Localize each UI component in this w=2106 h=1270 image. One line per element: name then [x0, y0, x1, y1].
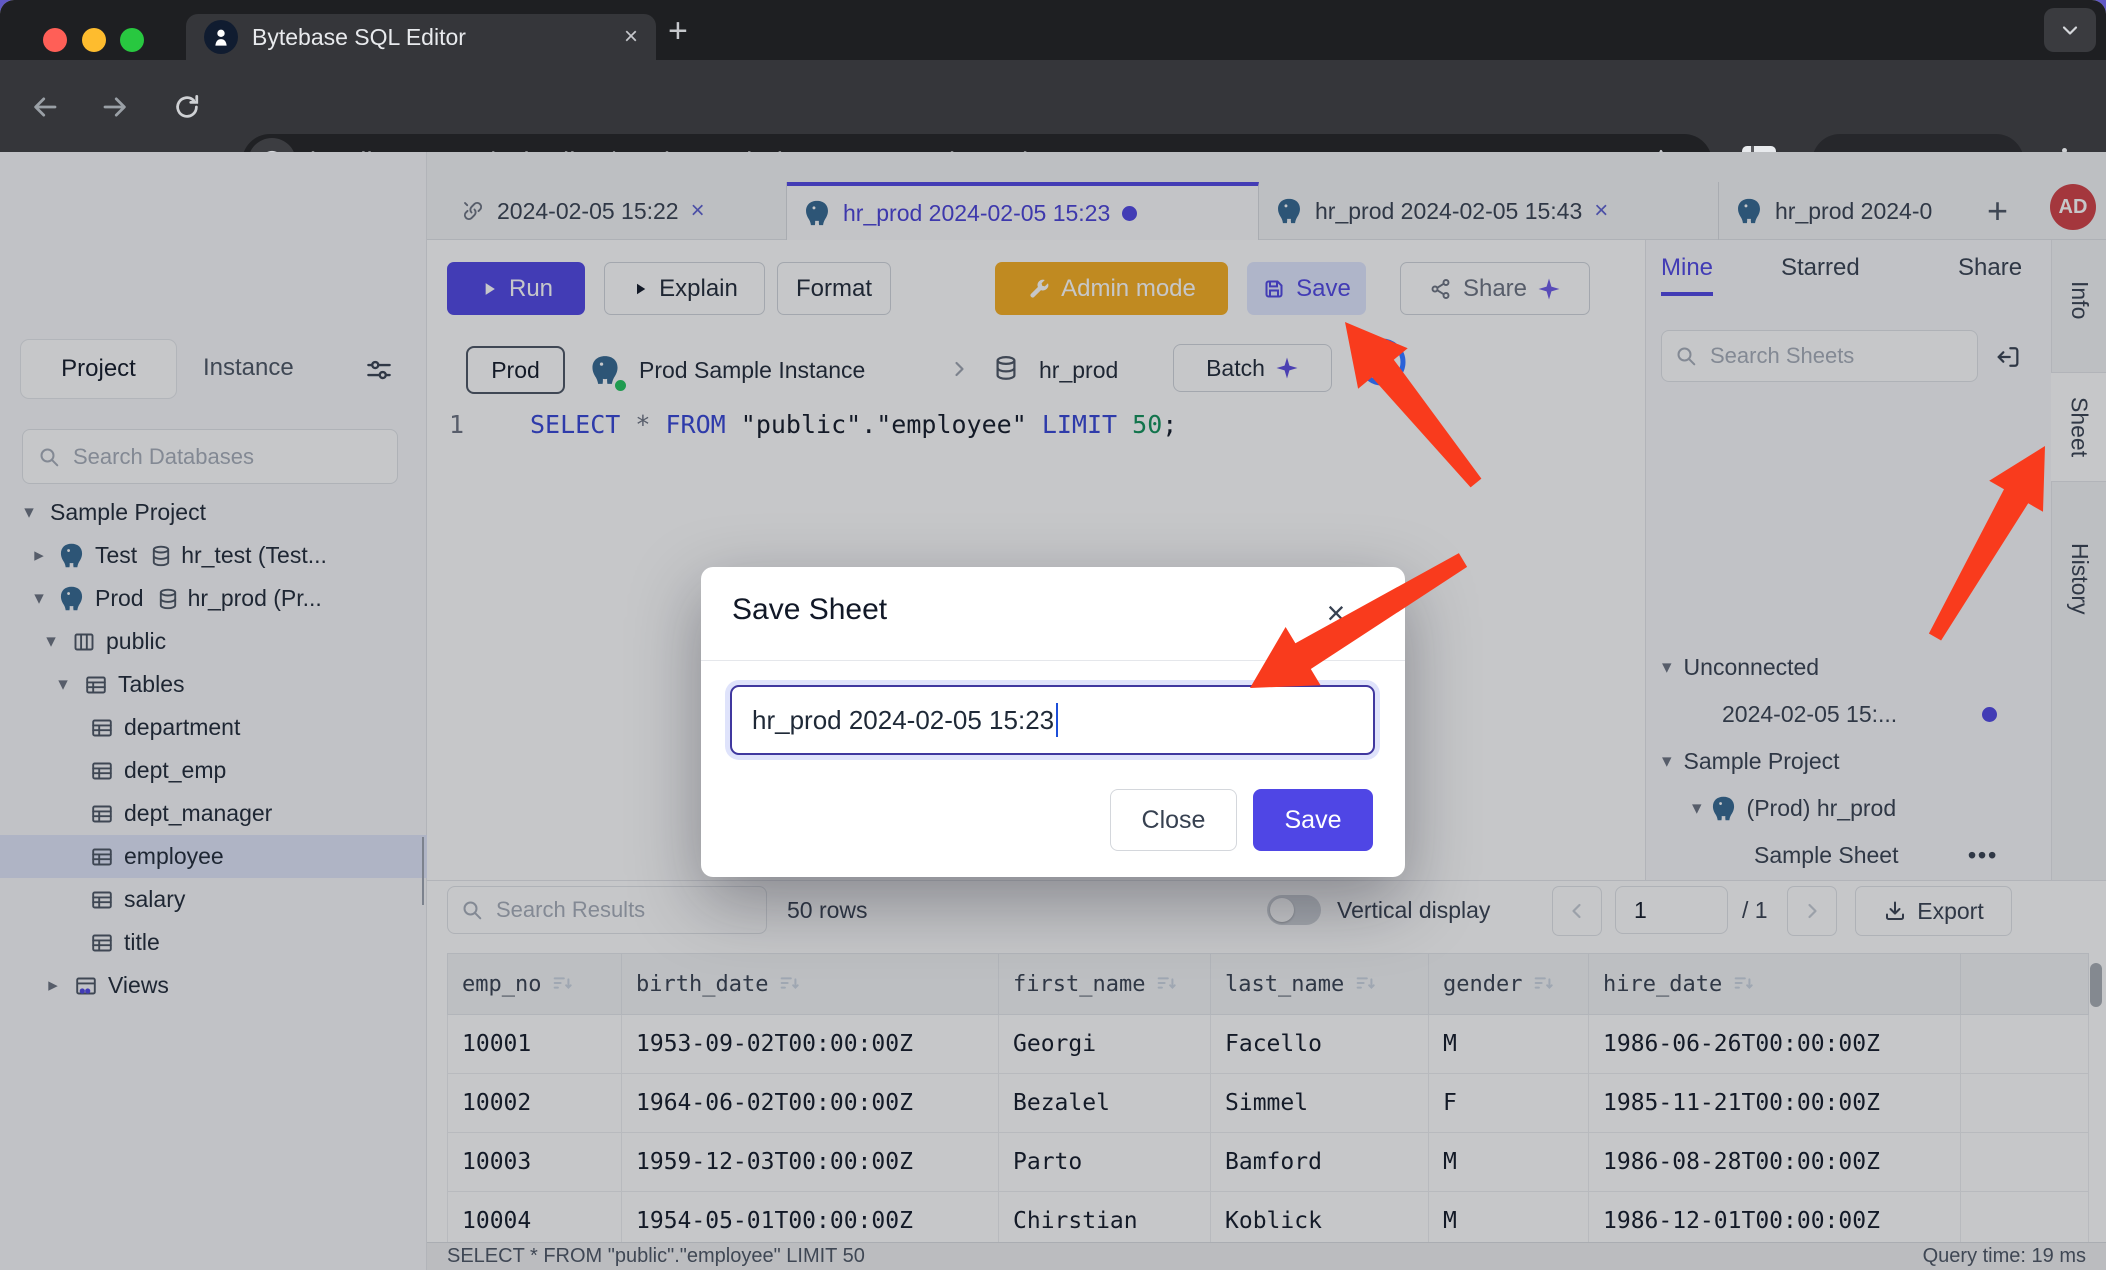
back-icon[interactable] [30, 92, 60, 122]
save-sheet-dialog: Save Sheet × hr_prod 2024-02-05 15:23 Cl… [701, 567, 1405, 877]
window-minimize-button[interactable] [82, 28, 106, 52]
dialog-title: Save Sheet [732, 593, 887, 627]
reload-icon[interactable] [172, 92, 202, 122]
divider [701, 660, 1405, 661]
text-caret [1056, 703, 1058, 737]
confirm-save-button[interactable]: Save [1253, 789, 1373, 851]
forward-icon[interactable] [100, 92, 130, 122]
browser-tab-strip: Bytebase SQL Editor × + [0, 0, 2106, 60]
browser-tab-title: Bytebase SQL Editor [252, 24, 610, 51]
sheet-name-input[interactable]: hr_prod 2024-02-05 15:23 [730, 685, 1375, 755]
window-close-button[interactable] [43, 28, 67, 52]
browser-window: Bytebase SQL Editor × + localhost:8080/s… [0, 0, 2106, 1270]
cancel-button[interactable]: Close [1110, 789, 1237, 851]
new-tab-button[interactable]: + [668, 12, 688, 51]
screen: Bytebase SQL Editor × + localhost:8080/s… [0, 0, 2106, 1270]
browser-tab-close-icon[interactable]: × [624, 23, 638, 51]
window-zoom-button[interactable] [120, 28, 144, 52]
close-icon[interactable]: × [1316, 593, 1356, 633]
browser-toolbar: localhost:8080/sql-editor/prod-sample-in… [0, 60, 2106, 152]
bytebase-favicon-icon [204, 20, 238, 54]
browser-tab[interactable]: Bytebase SQL Editor × [186, 14, 656, 60]
tab-search-button[interactable] [2044, 8, 2096, 52]
